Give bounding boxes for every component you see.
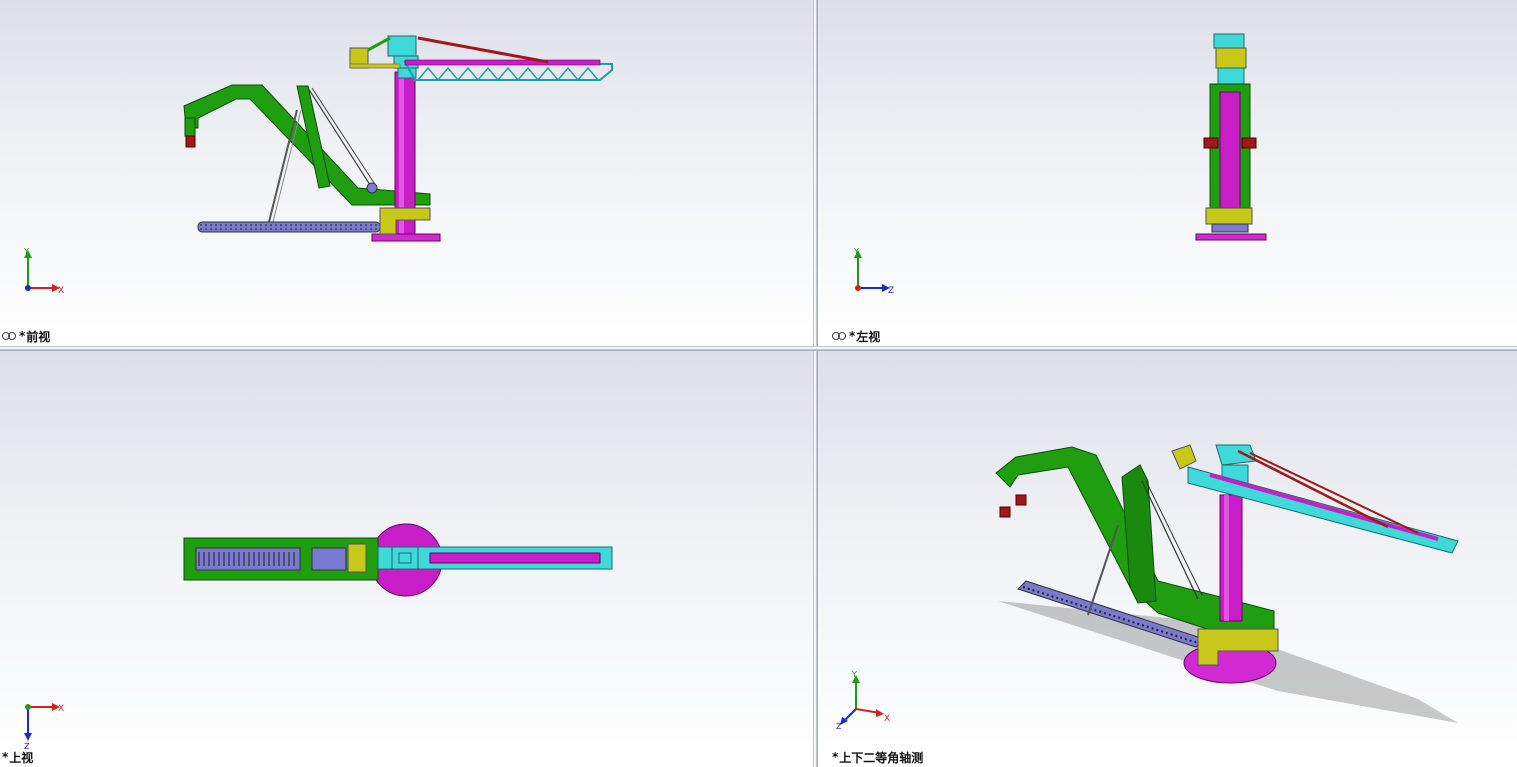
viewport-top[interactable]: X Z * 上视 bbox=[0, 351, 813, 767]
column-base bbox=[371, 233, 441, 242]
column bbox=[1219, 494, 1243, 622]
svg-text:X: X bbox=[58, 704, 64, 714]
svg-text:X: X bbox=[884, 714, 890, 724]
svg-text:X: X bbox=[58, 286, 64, 296]
view-label-left[interactable]: * 左视 bbox=[832, 329, 881, 344]
head-top bbox=[391, 546, 419, 570]
head bbox=[387, 35, 417, 57]
view-label-iso[interactable]: * 上下二等角轴测 bbox=[832, 750, 924, 765]
view-label-front[interactable]: * 前视 bbox=[2, 329, 51, 344]
viewport-left[interactable]: Z Y * 左视 bbox=[818, 0, 1517, 346]
link-icon bbox=[2, 332, 16, 340]
view-name: 上视 bbox=[9, 750, 34, 765]
view-name: 上下二等角轴测 bbox=[839, 750, 924, 765]
axis-triad: Z Y bbox=[848, 246, 898, 296]
viewport-front[interactable]: X Y * 前视 bbox=[0, 0, 813, 346]
viewport-iso[interactable]: X Y Z * 上下二等角轴测 bbox=[818, 351, 1517, 767]
model-front-view bbox=[183, 35, 613, 242]
model-left-view bbox=[1195, 33, 1267, 241]
head bbox=[1215, 444, 1257, 466]
viewport-splitter-vertical[interactable] bbox=[813, 0, 818, 767]
svg-text:Z: Z bbox=[888, 286, 894, 296]
chain-conveyor bbox=[197, 221, 381, 233]
svg-text:Z: Z bbox=[836, 722, 842, 729]
axis-triad: X Z bbox=[18, 701, 68, 751]
bucket bbox=[185, 135, 196, 148]
viewport-splitter-horizontal[interactable] bbox=[0, 346, 1517, 351]
view-name: 左视 bbox=[856, 329, 881, 344]
model-top-view bbox=[183, 523, 613, 597]
axis-triad: X Y bbox=[18, 246, 68, 296]
axis-triad: X Y Z bbox=[836, 669, 896, 729]
link-icon bbox=[832, 332, 846, 340]
svg-text:Y: Y bbox=[23, 247, 29, 256]
bucket-hanger bbox=[184, 117, 196, 137]
model-iso-view bbox=[995, 444, 1459, 723]
view-label-top[interactable]: * 上视 bbox=[2, 750, 34, 765]
view-name: 前视 bbox=[26, 329, 51, 344]
svg-text:Y: Y bbox=[851, 670, 857, 679]
svg-text:Y: Y bbox=[853, 247, 859, 256]
